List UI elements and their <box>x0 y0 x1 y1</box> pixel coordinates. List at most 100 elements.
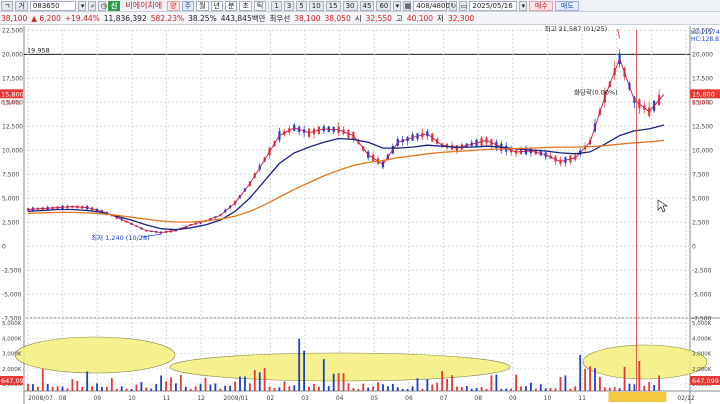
stock-name: 비에이치에 <box>125 1 163 10</box>
chevron-down-icon[interactable]: ▾ <box>77 0 86 11</box>
volume-bar <box>406 388 409 391</box>
x-tick-label: 02/12 <box>677 395 694 402</box>
interval-45[interactable]: 45 <box>359 0 375 11</box>
y-tick-label: 0 <box>2 244 6 251</box>
x-tick-label: 02 <box>267 395 275 402</box>
interval-30[interactable]: 30 <box>342 0 358 11</box>
code-type-selector[interactable]: 거 <box>15 0 28 11</box>
volume-bar <box>441 371 444 391</box>
history-icon[interactable]: ◷ <box>97 0 107 11</box>
volume-bar <box>332 373 335 391</box>
volume-bar <box>76 380 79 391</box>
period-second[interactable]: 초 <box>239 0 252 11</box>
priority-label: 최우선 <box>269 13 291 23</box>
volume-bar <box>293 385 296 391</box>
volume-bar <box>170 377 172 391</box>
y-tick-label-right: 20,000 <box>692 52 713 59</box>
x-tick-label: 04 <box>336 395 344 402</box>
y-tick-label-right: 12,500 <box>692 124 713 131</box>
volume-bar <box>529 382 532 391</box>
x-tick-label: 2008/07 <box>28 395 53 402</box>
volume-bar <box>194 386 197 391</box>
open-price: 38,050 <box>324 13 351 23</box>
flag-badge[interactable]: 양 <box>167 0 180 11</box>
volume-bar <box>623 366 626 391</box>
period-tick[interactable]: 틱 <box>253 0 267 11</box>
right-label-hc: HC:128.81 <box>691 36 720 43</box>
highlight-ellipse <box>14 336 176 374</box>
period-week[interactable]: 월 <box>196 0 209 11</box>
highlight-ellipse <box>169 352 511 382</box>
volume-bar <box>485 388 488 391</box>
period-day[interactable]: 주 <box>181 0 195 11</box>
chevron-down-icon[interactable]: ▾ <box>393 0 402 11</box>
interval-3[interactable]: 3 <box>283 0 295 11</box>
volume-bar <box>322 359 325 391</box>
interval-10[interactable]: 10 <box>308 0 324 11</box>
volume-bar <box>91 386 93 391</box>
volume-bar <box>603 387 606 391</box>
volume-bar <box>263 368 266 391</box>
volume-bar <box>317 386 320 391</box>
code-prefix[interactable]: ㄱ <box>1 0 14 11</box>
interval-60[interactable]: 60 <box>376 0 392 11</box>
left-price-label: 15,800 <box>1 90 24 98</box>
volume-bar <box>214 383 217 391</box>
volume-bar <box>490 375 493 391</box>
volume-bar <box>465 386 468 391</box>
volume: 11,836,392 <box>103 13 147 23</box>
period-month[interactable]: 년 <box>210 0 223 11</box>
y-tick-label: 22,500 <box>2 28 23 35</box>
volume-bar <box>145 387 148 391</box>
volume-bar <box>278 387 281 391</box>
refresh-icon[interactable]: ↻ <box>449 0 458 11</box>
low-annotation: 최저 1,240 (10/28) <box>91 233 150 242</box>
grid-icon[interactable]: ▦ <box>403 0 412 11</box>
volume-bar <box>367 387 370 391</box>
left-vol-label: 647,099 <box>1 377 28 385</box>
right-label-lc: LC:11174.1 <box>691 29 720 36</box>
buy-button[interactable]: 매수 <box>529 0 554 11</box>
top-toolbar: ㄱ 거 083650 ▾ ⌕ ◷ 신 비에이치에 양 주 월 년 분 초 틱 1… <box>0 0 720 12</box>
volume-bar <box>638 360 641 391</box>
volume-bar <box>618 388 621 391</box>
x-tick-label: 09 <box>93 395 101 402</box>
volume-bar <box>446 378 448 391</box>
priority-price: 38,100 <box>294 13 321 23</box>
x-tick-label: 08 <box>59 395 67 402</box>
volume-bar <box>431 384 434 391</box>
data-count-input[interactable]: 408/4800 <box>413 0 450 11</box>
interval-5[interactable]: 5 <box>296 0 307 11</box>
period-minute[interactable]: 분 <box>224 0 238 11</box>
search-icon[interactable]: ⌕ <box>87 0 96 11</box>
volume-bar <box>613 387 616 391</box>
drop-annotation: 화당락(0.00%) <box>574 87 618 96</box>
volume-bar <box>175 383 177 391</box>
calendar-dropdown-icon[interactable]: ▾ <box>519 0 528 11</box>
sell-button[interactable]: 매도 <box>555 0 580 11</box>
price-chart[interactable]: 22,500 22,50020,000 20,00017,500 17,50015,0… <box>0 24 720 404</box>
volume-bar <box>27 384 29 391</box>
calendar-icon[interactable]: ▭ <box>459 0 468 11</box>
y-tick-label-right: 2,500 <box>692 220 709 227</box>
stock-code-input[interactable]: 083650 <box>29 0 76 11</box>
x-tick-label: 09 <box>509 395 517 402</box>
volume-bar <box>115 388 118 391</box>
x-tick-label: 07 <box>440 395 448 402</box>
volume-bar <box>184 386 187 391</box>
volume-bar <box>534 388 537 391</box>
date-input[interactable]: 2025/05/16 <box>469 0 518 11</box>
right-price-percent: 6.84% <box>692 99 711 106</box>
volume-bar <box>199 383 202 391</box>
volume-bar <box>36 386 39 391</box>
interval-1[interactable]: 1 <box>271 0 282 11</box>
chart-area[interactable]: 22,500 22,500 20,000 20,000 17,500 17,500 15,0… <box>0 24 720 404</box>
volume-bar <box>628 383 631 391</box>
badge-new[interactable]: 신 <box>107 0 121 11</box>
crosshair-date-box <box>608 392 667 402</box>
volume-bar <box>416 378 419 391</box>
interval-15[interactable]: 15 <box>325 0 341 11</box>
volume-bar <box>283 381 286 391</box>
volume-bar <box>189 388 192 391</box>
y-tick-label-right: 7,500 <box>692 172 709 179</box>
